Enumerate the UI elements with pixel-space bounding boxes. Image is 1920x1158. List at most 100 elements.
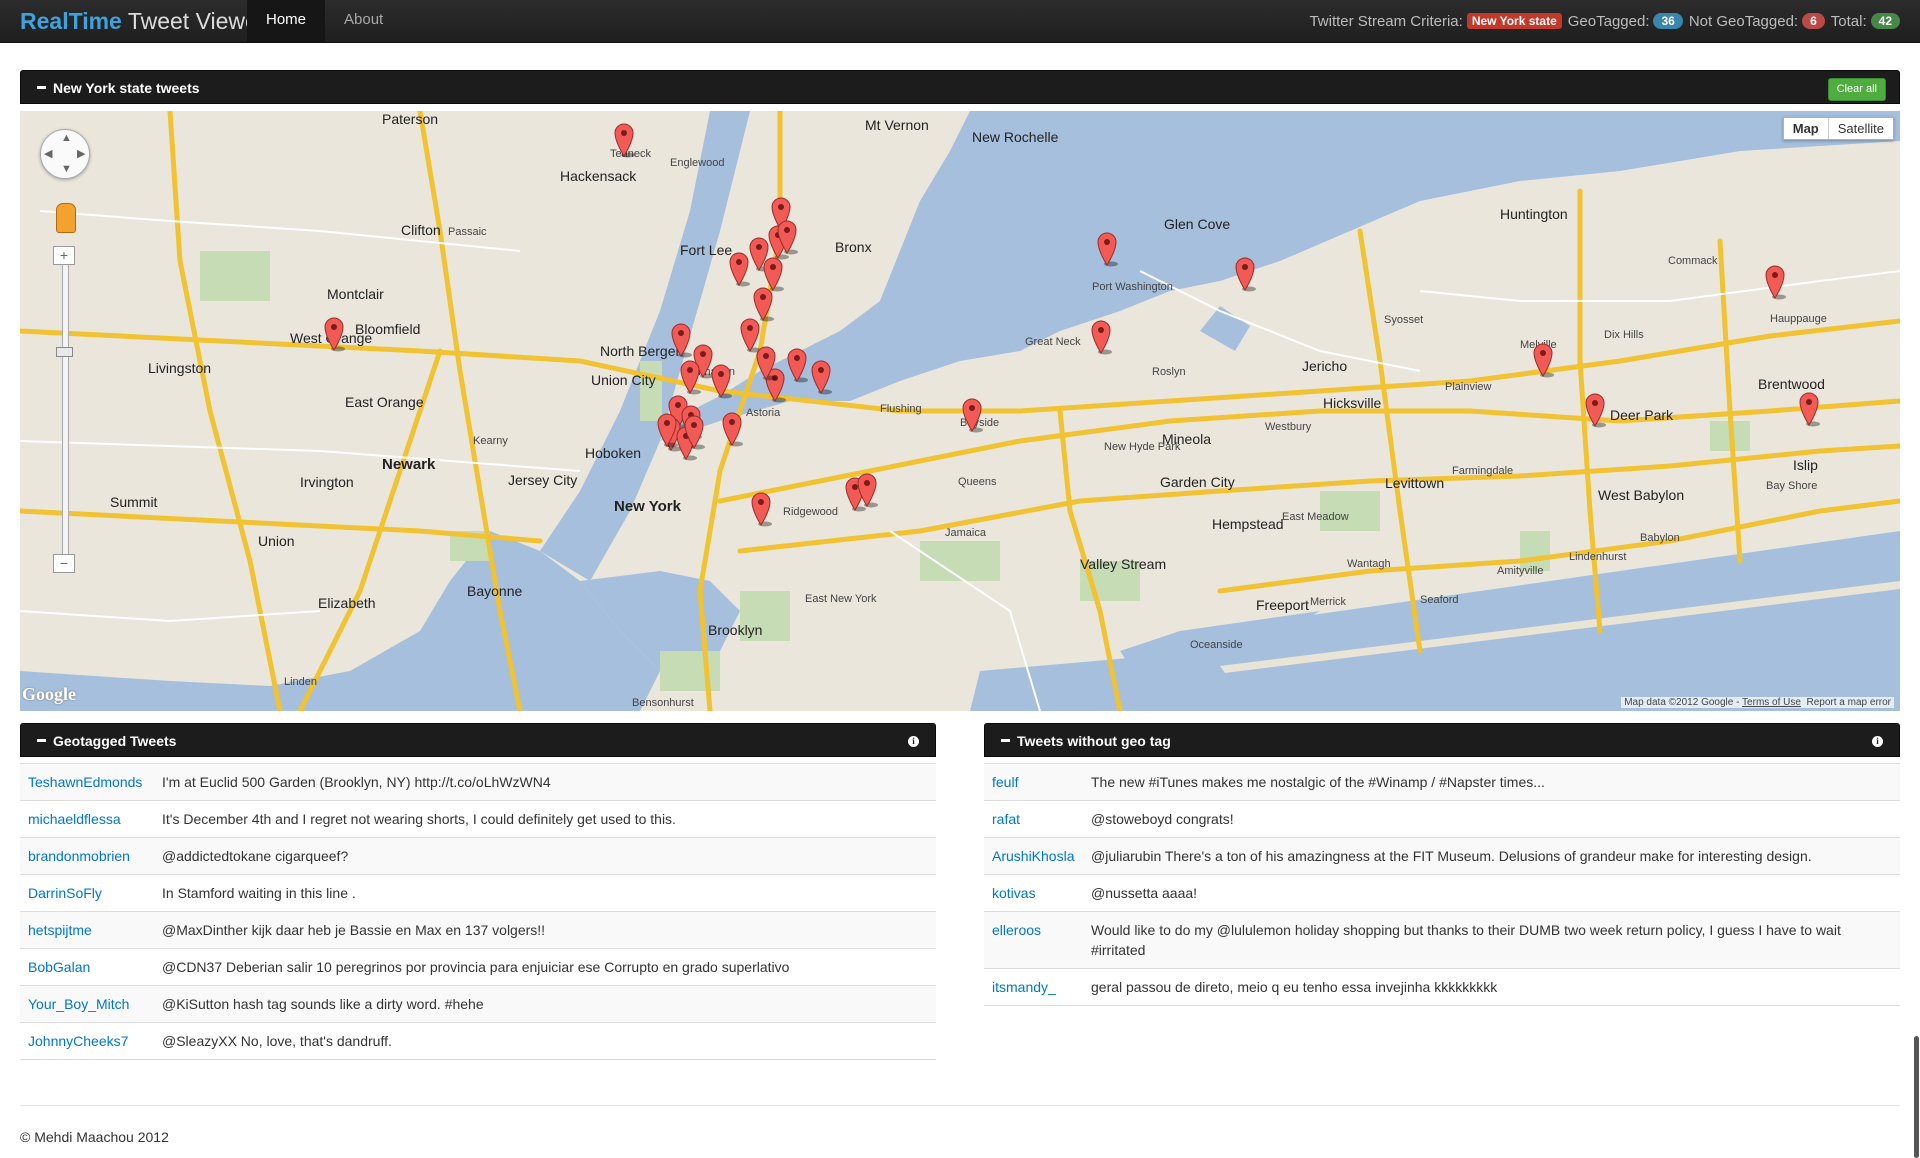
clear-all-button[interactable]: Clear all xyxy=(1827,78,1886,101)
map-label: Dix Hills xyxy=(1604,329,1644,341)
map-section-header: New York state tweets Clear all xyxy=(20,70,1900,104)
nav-home[interactable]: Home xyxy=(247,0,326,42)
tweet-username-link[interactable]: itsmandy_ xyxy=(984,969,1083,1005)
tweet-username-link[interactable]: BobGalan xyxy=(20,949,154,985)
tweet-map-marker[interactable] xyxy=(679,359,701,395)
street-view-pegman-icon[interactable] xyxy=(56,203,76,233)
criteria-query-badge: New York state xyxy=(1466,13,1562,29)
nongeo-section-title: Tweets without geo tag xyxy=(1017,733,1171,749)
tweet-map-marker[interactable] xyxy=(856,472,878,508)
tweet-map-marker[interactable] xyxy=(810,359,832,395)
tweet-map-marker[interactable] xyxy=(1096,231,1118,267)
nongeo-section-header: Tweets without geo tag i xyxy=(984,723,1900,757)
map-label: Westbury xyxy=(1265,421,1312,433)
map-label: Huntington xyxy=(1500,206,1568,222)
tweet-username-link[interactable]: rafat xyxy=(984,801,1083,837)
map-label: Hicksville xyxy=(1323,395,1382,411)
map-label: New Rochelle xyxy=(972,129,1059,145)
zoom-in-button[interactable]: + xyxy=(53,246,75,265)
tweet-username-link[interactable]: ArushiKhosla xyxy=(984,838,1083,874)
tweet-text: It's December 4th and I regret not weari… xyxy=(162,811,676,827)
map-label: Seaford xyxy=(1420,594,1459,606)
tweet-row: DarrinSoFly In Stamford waiting in this l… xyxy=(20,874,936,911)
collapse-nongeo-icon[interactable] xyxy=(1001,739,1010,742)
tweet-map-marker[interactable] xyxy=(670,322,692,358)
page-scrollbar[interactable] xyxy=(1914,1036,1919,1158)
tweet-map-marker[interactable] xyxy=(1764,264,1786,300)
tweet-map-marker[interactable] xyxy=(710,363,732,399)
tweet-map-marker[interactable] xyxy=(776,219,798,255)
map-label: Flushing xyxy=(880,403,922,415)
map-label: East Orange xyxy=(345,394,424,410)
tweet-username-link[interactable]: JohnnyCheeks7 xyxy=(20,1023,154,1059)
tweet-text: @SleazyXX No, love, that's dandruff. xyxy=(162,1033,392,1049)
tweet-map-marker[interactable] xyxy=(1584,392,1606,428)
tweet-username-link[interactable]: hetspijtme xyxy=(20,912,154,948)
tweet-map-marker[interactable] xyxy=(1234,256,1256,292)
map-type-map-button[interactable]: Map xyxy=(1784,118,1829,139)
map-label: Jericho xyxy=(1302,358,1348,374)
map-label: Newark xyxy=(382,456,436,473)
map-label: Union City xyxy=(591,372,656,388)
tweet-map-marker[interactable] xyxy=(786,347,808,383)
zoom-slider-knob[interactable] xyxy=(56,347,73,357)
tweet-row: rafat @stoweboyd congrats! xyxy=(984,800,1900,837)
map-type-satellite-button[interactable]: Satellite xyxy=(1829,118,1893,139)
map-label: Freeport xyxy=(1256,597,1309,613)
map-label: Paterson xyxy=(382,111,439,127)
map-label: Livingston xyxy=(148,360,212,376)
collapse-geotagged-icon[interactable] xyxy=(37,739,46,742)
terms-of-use-link[interactable]: Terms of Use xyxy=(1742,697,1801,708)
tweet-username-link[interactable]: kotivas xyxy=(984,875,1083,911)
brand-logo[interactable]: RealTime Tweet Viewer xyxy=(20,8,265,34)
tweet-map-marker[interactable] xyxy=(1090,319,1112,355)
tweet-map-marker[interactable] xyxy=(721,411,743,447)
tweet-map-marker[interactable] xyxy=(613,122,635,158)
tweet-text: @juliarubin There's a ton of his amazing… xyxy=(1091,848,1812,864)
tweet-row: itsmandy_ geral passou de direto, meio q … xyxy=(984,968,1900,1005)
tweet-map-marker[interactable] xyxy=(683,414,705,450)
tweet-username-link[interactable]: DarrinSoFly xyxy=(20,875,154,911)
map-label: Lindenhurst xyxy=(1569,551,1627,563)
criteria-label: Twitter Stream Criteria: xyxy=(1309,12,1463,30)
nav-about[interactable]: About xyxy=(325,0,402,42)
map-label: Port Washington xyxy=(1092,281,1173,293)
map-label: Deer Park xyxy=(1610,407,1674,423)
map-label: Elizabeth xyxy=(318,595,376,611)
tweet-map-marker[interactable] xyxy=(728,251,750,287)
top-navbar: RealTime Tweet Viewer Home About Twitter… xyxy=(0,0,1920,43)
tweet-username-link[interactable]: Your_Boy_Mitch xyxy=(20,986,154,1022)
zoom-out-button[interactable]: − xyxy=(53,554,75,573)
main-nav: Home About xyxy=(247,0,402,42)
tweet-username-link[interactable]: elleroos xyxy=(984,912,1083,968)
map-type-control: Map Satellite xyxy=(1782,117,1894,140)
tweet-row: elleroos Would like to do my @lululemon h… xyxy=(984,911,1900,968)
tweet-map-marker[interactable] xyxy=(750,491,772,527)
map-label: Valley Stream xyxy=(1080,556,1167,572)
geotagged-count-badge: 36 xyxy=(1653,13,1683,29)
tweet-username-link[interactable]: feulf xyxy=(984,764,1083,800)
info-icon[interactable]: i xyxy=(908,736,919,747)
map-pan-control[interactable]: ▲ ▼ ◀ ▶ xyxy=(40,129,90,179)
tweet-username-link[interactable]: michaeldflessa xyxy=(20,801,154,837)
map-label: Hauppauge xyxy=(1770,313,1827,325)
tweet-map-marker[interactable] xyxy=(961,397,983,433)
zoom-slider-track[interactable] xyxy=(62,254,69,566)
map-label: Irvington xyxy=(300,474,354,490)
map-label: Hempstead xyxy=(1212,516,1284,532)
tweet-map-marker[interactable] xyxy=(1532,342,1554,378)
tweet-row: Your_Boy_Mitch @KiSutton hash tag sounds … xyxy=(20,985,936,1022)
tweet-username-link[interactable]: brandonmobrien xyxy=(20,838,154,874)
tweet-map-marker[interactable] xyxy=(323,316,345,352)
map-section-title: New York state tweets xyxy=(53,80,200,96)
tweet-username-link[interactable]: TeshawnEdmonds xyxy=(20,764,154,800)
tweet-map-marker[interactable] xyxy=(1798,391,1820,427)
tweet-map-marker[interactable] xyxy=(755,345,777,381)
tweet-map[interactable]: ▲ ▼ ◀ ▶ + − Map Satellite New York Newark … xyxy=(20,111,1900,711)
map-label: Amityville xyxy=(1497,565,1544,577)
report-map-error-link[interactable]: Report a map error xyxy=(1807,697,1891,708)
collapse-map-icon[interactable] xyxy=(37,86,46,89)
map-label: Bayonne xyxy=(467,583,523,599)
info-icon[interactable]: i xyxy=(1872,736,1883,747)
tweet-row: BobGalan @CDN37 Deberian salir 10 peregri… xyxy=(20,948,936,985)
